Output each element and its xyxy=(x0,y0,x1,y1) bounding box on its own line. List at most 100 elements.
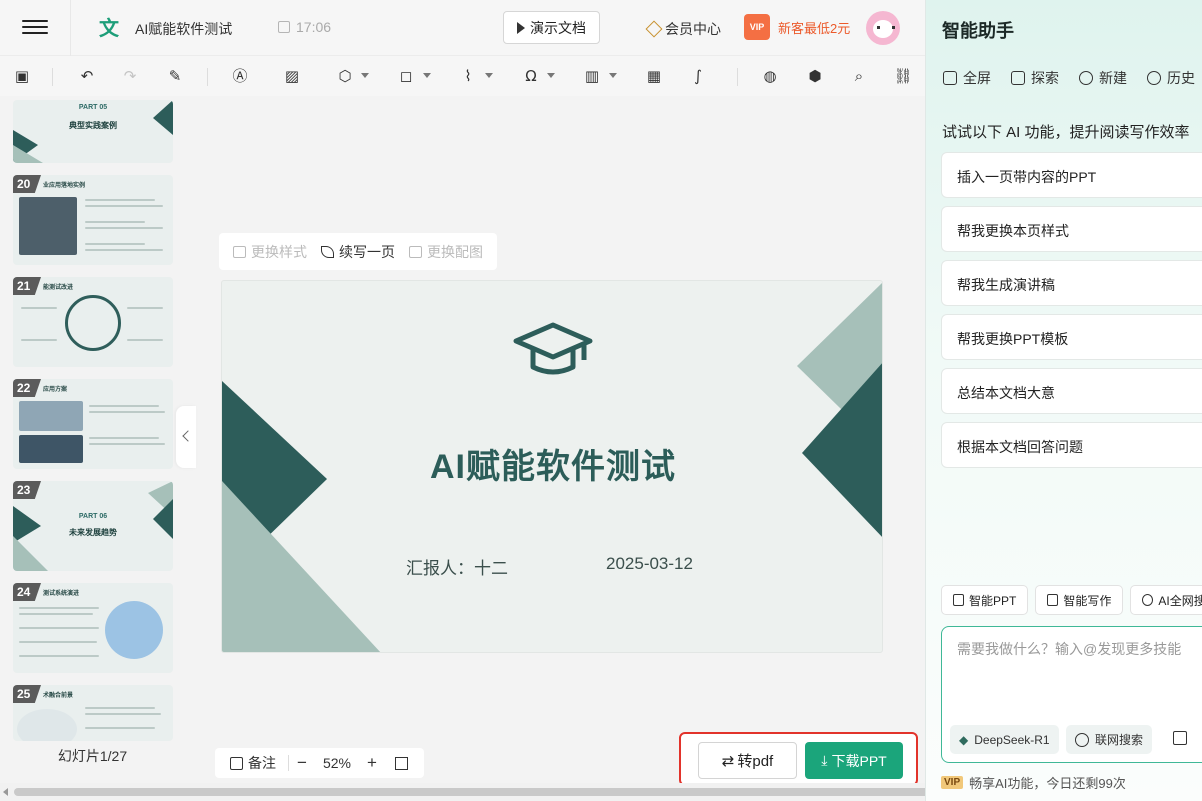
collapse-sidebar-button[interactable] xyxy=(176,406,196,468)
format-brush-icon[interactable]: ✎ xyxy=(165,66,185,86)
model-selector[interactable]: ◆ DeepSeek-R1 xyxy=(950,725,1059,754)
change-style-label: 更换样式 xyxy=(251,243,307,260)
zoom-in-button[interactable]: + xyxy=(359,753,385,773)
vip-quota-bar[interactable]: VIP 畅享AI功能，今日还剩99次 xyxy=(941,773,1126,792)
vip-promo-text: 新客最低2元 xyxy=(778,20,851,36)
present-label: 演示文档 xyxy=(530,19,586,36)
change-image-button[interactable]: 更换配图 xyxy=(409,242,483,262)
textbox-icon[interactable]: Ⓐ xyxy=(230,66,250,86)
upload-icon[interactable] xyxy=(1173,731,1187,745)
fullscreen-icon xyxy=(943,71,957,85)
change-style-button[interactable]: 更换样式 xyxy=(233,242,307,262)
thumbnail-slide-23[interactable]: 23 PART 06 未来发展趋势 xyxy=(13,481,173,571)
chat-input[interactable] xyxy=(942,627,1202,707)
thumbnail-heading: 能测试改进 xyxy=(43,285,74,291)
convert-pdf-button[interactable]: ⇄ 转pdf xyxy=(698,742,797,779)
chevron-down-icon[interactable] xyxy=(547,73,555,78)
suggestion-item[interactable]: 帮我更换本页样式 xyxy=(941,206,1202,252)
tab-label: 全屏 xyxy=(963,70,991,86)
thumbnail-part: PART 06 xyxy=(78,513,108,520)
chevron-down-icon[interactable] xyxy=(485,73,493,78)
thumbnail-text-line xyxy=(89,437,159,439)
textbox-shape-icon[interactable]: ◻ xyxy=(396,66,416,86)
thumbnail-text-line xyxy=(19,641,97,643)
web-search-toggle[interactable]: 联网搜索 xyxy=(1066,725,1153,754)
scroll-left-icon[interactable] xyxy=(3,788,8,796)
suggestion-item[interactable]: 帮我生成演讲稿 xyxy=(941,260,1202,306)
user-avatar[interactable] xyxy=(866,11,900,45)
divider xyxy=(737,68,738,86)
chip-label: 智能写作 xyxy=(1063,593,1112,608)
thumbnail-text-line xyxy=(85,243,145,245)
theme-icon[interactable]: ◍ xyxy=(760,66,780,86)
table-icon[interactable]: ▦ xyxy=(644,66,664,86)
formula-icon[interactable]: ∫ xyxy=(688,66,708,86)
document-title[interactable]: AI赋能软件测试 xyxy=(135,19,232,39)
download-icon: ⤓ xyxy=(821,752,828,769)
continue-write-button[interactable]: 续写一页 xyxy=(321,242,395,262)
slide-canvas[interactable]: AI赋能软件测试 汇报人：十二 2025-03-12 xyxy=(221,280,883,653)
chevron-down-icon[interactable] xyxy=(423,73,431,78)
thumbnail-slide-21[interactable]: 21 能测试改进 xyxy=(13,277,173,367)
export-actions: ⇄ 转pdf ⤓ 下载PPT xyxy=(679,732,918,786)
thumbnail-slide-22[interactable]: 22 应用方案 xyxy=(13,379,173,469)
thumbnail-slide-24[interactable]: 24 测试系统演进 xyxy=(13,583,173,673)
vip-promo[interactable]: VIP 新客最低2元 xyxy=(744,14,850,40)
change-image-label: 更换配图 xyxy=(427,243,483,260)
flowchart-icon[interactable]: ⌇ xyxy=(458,66,478,86)
zoom-bar: 备注 − 52% + xyxy=(215,748,424,778)
tab-explore[interactable]: 探索 xyxy=(1011,68,1059,88)
present-button[interactable]: 演示文档 xyxy=(503,11,600,44)
thumbnail-illustration xyxy=(105,601,163,659)
thumbnail-number: 22 xyxy=(13,379,41,397)
save-icon[interactable]: ▣ xyxy=(12,66,32,86)
tab-history[interactable]: 历史 xyxy=(1147,68,1195,88)
thumbnail-slide-25[interactable]: 25 术融合前景 xyxy=(13,685,173,741)
image-icon[interactable]: ▨ xyxy=(282,66,302,86)
tab-fullscreen[interactable]: 全屏 xyxy=(943,68,991,88)
slide-thumbnail-panel: PART 05 典型实践案例 20 业应用落地实例 21 能测试改进 22 应用… xyxy=(0,96,180,783)
smart-ppt-chip[interactable]: 智能PPT xyxy=(941,585,1029,615)
horizontal-scrollbar[interactable] xyxy=(0,783,1124,801)
suggestion-item[interactable]: 根据本文档回答问题 xyxy=(941,422,1202,468)
menu-icon[interactable] xyxy=(22,16,48,38)
undo-icon[interactable]: ↶ xyxy=(77,66,97,86)
settings-icon[interactable]: ⬢ xyxy=(805,66,825,86)
symbol-icon[interactable]: Ω xyxy=(521,66,541,86)
download-ppt-button[interactable]: ⤓ 下载PPT xyxy=(805,742,903,779)
link-icon[interactable]: ⛓ xyxy=(893,66,913,86)
redo-icon[interactable]: ↷ xyxy=(120,66,140,86)
thumbnail-text-line xyxy=(19,607,99,609)
save-time: 17:06 xyxy=(296,19,332,35)
thumbnail-text-line xyxy=(19,655,99,657)
thumbnail-text-line xyxy=(85,227,163,229)
ppt-icon xyxy=(953,594,964,606)
notes-button[interactable]: 备注 xyxy=(215,753,288,773)
fit-screen-icon[interactable] xyxy=(395,756,408,770)
suggestion-item[interactable]: 总结本文档大意 xyxy=(941,368,1202,414)
ai-web-search-chip[interactable]: AI全网搜索 xyxy=(1130,585,1202,615)
globe-icon xyxy=(1075,732,1089,747)
slide-counter: 幻灯片1/27 xyxy=(57,748,128,764)
chevron-down-icon[interactable] xyxy=(609,73,617,78)
chevron-down-icon[interactable] xyxy=(361,73,369,78)
thumbnail-slide-20[interactable]: 20 业应用落地实例 xyxy=(13,175,173,265)
tab-label: 历史 xyxy=(1167,70,1195,86)
thumbnail-text-line xyxy=(85,205,163,207)
member-center-link[interactable]: 会员中心 xyxy=(645,19,721,39)
thumbnail-text-line xyxy=(19,613,93,615)
suggestion-item[interactable]: 帮我更换PPT模板 xyxy=(941,314,1202,360)
bar-chart-icon[interactable]: ▥ xyxy=(582,66,602,86)
shape-icon[interactable]: ⬡ xyxy=(335,66,355,86)
smart-writing-chip[interactable]: 智能写作 xyxy=(1035,585,1124,615)
thumbnail-text-line xyxy=(127,307,163,309)
search-icon[interactable]: ⌕ xyxy=(849,66,869,86)
thumbnail-text-line xyxy=(85,713,161,715)
continue-write-label: 续写一页 xyxy=(339,243,395,260)
thumbnail-text-line xyxy=(85,707,155,709)
suggestion-item[interactable]: 插入一页带内容的PPT xyxy=(941,152,1202,198)
thumbnail-slide-19[interactable]: PART 05 典型实践案例 xyxy=(13,100,173,163)
thumbnail-title: 未来发展趋势 xyxy=(69,528,117,537)
tab-new[interactable]: 新建 xyxy=(1079,68,1127,88)
zoom-out-button[interactable]: − xyxy=(289,753,315,773)
